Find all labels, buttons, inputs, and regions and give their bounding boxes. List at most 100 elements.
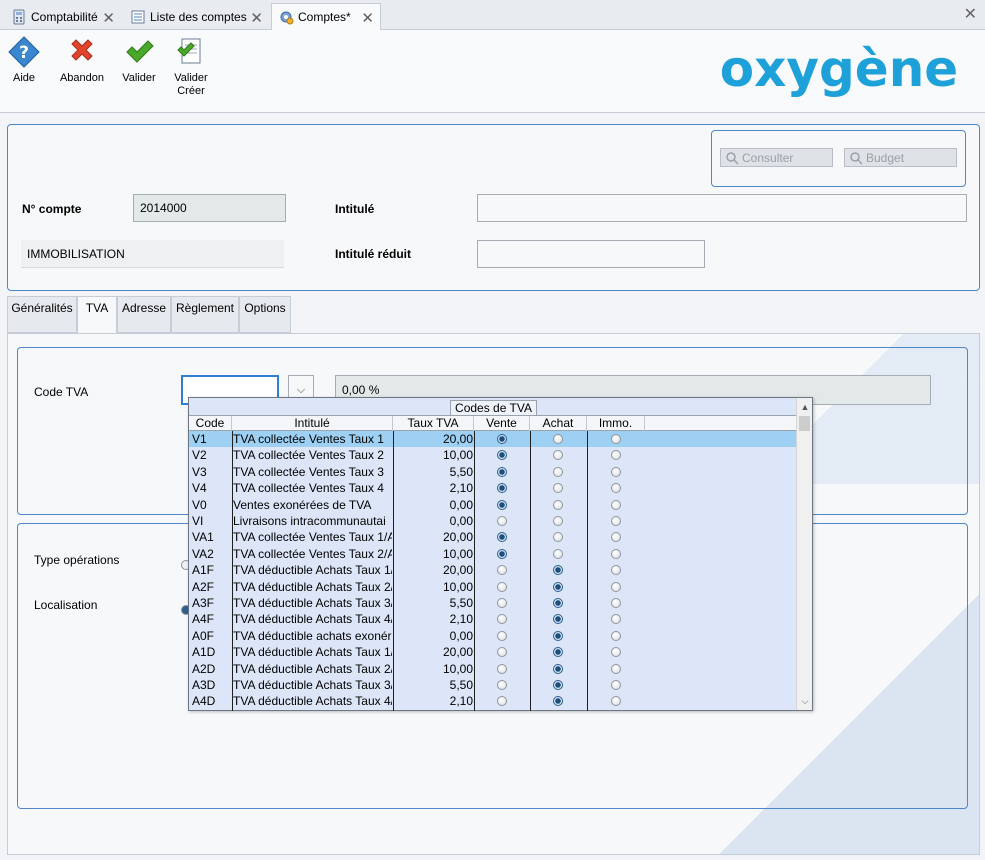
account-number-field[interactable]: 2014000: [133, 194, 286, 222]
achat-radio[interactable]: [553, 499, 563, 510]
intitule-reduit-field[interactable]: [477, 240, 705, 268]
consult-button[interactable]: Consulter: [720, 148, 833, 167]
vente-radio[interactable]: [497, 434, 507, 444]
vente-radio[interactable]: [497, 647, 507, 658]
vente-radio[interactable]: [497, 680, 507, 690]
tva-code-row[interactable]: A0F TVA déductible achats exonér 0,00: [189, 628, 796, 644]
achat-radio[interactable]: [553, 548, 563, 559]
doc-tab-liste-comptes[interactable]: Liste des comptes ✕: [123, 3, 270, 30]
achat-radio[interactable]: [553, 647, 563, 658]
vente-radio[interactable]: [497, 532, 507, 543]
close-tab-icon[interactable]: ✕: [102, 9, 115, 27]
achat-radio[interactable]: [553, 434, 563, 444]
tva-code-row[interactable]: V4 TVA collectée Ventes Taux 4 2,10: [189, 480, 796, 496]
scroll-up-icon[interactable]: ▲: [797, 400, 813, 414]
tva-code-row[interactable]: A3F TVA déductible Achats Taux 3/5,50: [189, 595, 796, 611]
achat-radio[interactable]: [553, 598, 563, 608]
immo-radio[interactable]: [611, 630, 621, 641]
column-header-intitule[interactable]: Intitulé: [232, 416, 393, 431]
vente-radio[interactable]: [497, 630, 507, 641]
achat-radio[interactable]: [553, 483, 563, 494]
close-tab-icon[interactable]: ✕: [250, 9, 263, 27]
tva-codes-dropdown[interactable]: Codes de TVA Code Intitulé Taux TVA Vent…: [188, 397, 813, 711]
column-header-vente[interactable]: Vente: [474, 416, 530, 431]
tva-code-row[interactable]: A3D TVA déductible Achats Taux 3/5,50: [189, 677, 796, 693]
validate-create-button[interactable]: Valider Créer: [171, 36, 211, 98]
tva-code-row[interactable]: A2D TVA déductible Achats Taux 2/10,00: [189, 661, 796, 677]
immo-radio[interactable]: [611, 565, 621, 576]
immo-radio[interactable]: [611, 581, 621, 592]
tab-generalites[interactable]: Généralités: [7, 296, 77, 333]
column-header-taux[interactable]: Taux TVA: [393, 416, 474, 431]
tab-reglement[interactable]: Règlement: [171, 296, 239, 333]
immo-radio[interactable]: [611, 647, 621, 658]
tva-code-row[interactable]: A1D TVA déductible Achats Taux 1/20,00: [189, 644, 796, 660]
immo-radio[interactable]: [611, 548, 621, 559]
immo-radio[interactable]: [611, 532, 621, 543]
immo-radio[interactable]: [611, 466, 621, 477]
vente-radio[interactable]: [497, 663, 507, 674]
achat-radio[interactable]: [553, 532, 563, 543]
tab-options[interactable]: Options: [239, 296, 291, 333]
achat-radio[interactable]: [553, 466, 563, 477]
doc-tab-comptes[interactable]: Comptes* ✕: [271, 3, 381, 30]
column-header-achat[interactable]: Achat: [530, 416, 587, 431]
immo-radio[interactable]: [611, 499, 621, 510]
vente-radio[interactable]: [497, 499, 507, 510]
immo-radio[interactable]: [611, 516, 621, 526]
immo-radio[interactable]: [611, 696, 621, 707]
tab-adresse[interactable]: Adresse: [117, 296, 171, 333]
achat-radio[interactable]: [553, 516, 563, 526]
vente-radio[interactable]: [497, 548, 507, 559]
vente-radio[interactable]: [497, 450, 507, 461]
immo-radio[interactable]: [611, 483, 621, 494]
tva-code-row[interactable]: V2 TVA collectée Ventes Taux 2 10,00: [189, 447, 796, 463]
validate-button[interactable]: Valider: [120, 36, 158, 85]
immo-radio[interactable]: [611, 450, 621, 461]
achat-radio[interactable]: [553, 680, 563, 690]
doc-tab-comptabilite[interactable]: Comptabilité ✕: [4, 3, 122, 30]
achat-radio[interactable]: [553, 630, 563, 641]
vente-radio[interactable]: [497, 581, 507, 592]
vente-radio[interactable]: [497, 598, 507, 608]
tva-code-row[interactable]: A2F TVA déductible Achats Taux 2/10,00: [189, 579, 796, 595]
close-tab-icon[interactable]: ✕: [361, 9, 374, 27]
vente-radio[interactable]: [497, 696, 507, 707]
vente-radio[interactable]: [497, 614, 507, 625]
achat-radio[interactable]: [553, 663, 563, 674]
vente-radio[interactable]: [497, 516, 507, 526]
immo-radio[interactable]: [611, 614, 621, 625]
tva-code-row[interactable]: VA1 TVA collectée Ventes Taux 1/A 20,00: [189, 529, 796, 545]
dropdown-scrollbar[interactable]: ▲ ⌵: [796, 398, 812, 710]
close-window-icon[interactable]: ✕: [964, 4, 977, 24]
achat-radio[interactable]: [553, 581, 563, 592]
vente-radio[interactable]: [497, 565, 507, 576]
immo-radio[interactable]: [611, 663, 621, 674]
column-header-code[interactable]: Code: [189, 416, 232, 431]
immo-radio[interactable]: [611, 680, 621, 690]
vente-radio[interactable]: [497, 483, 507, 494]
tva-code-row[interactable]: VI Livraisons intracommunautai 0,00: [189, 513, 796, 529]
achat-radio[interactable]: [553, 696, 563, 707]
tab-tva[interactable]: TVA: [77, 296, 117, 334]
budget-button[interactable]: Budget: [844, 148, 957, 167]
help-button[interactable]: ? Aide: [8, 36, 40, 85]
tva-code-row[interactable]: V0 Ventes exonérées de TVA 0,00: [189, 497, 796, 513]
intitule-field[interactable]: [477, 194, 967, 222]
tva-code-row[interactable]: A4D TVA déductible Achats Taux 4/2,10: [189, 693, 796, 709]
achat-radio[interactable]: [553, 565, 563, 576]
achat-radio[interactable]: [553, 450, 563, 461]
vente-radio[interactable]: [497, 466, 507, 477]
tva-code-row[interactable]: A4F TVA déductible Achats Taux 4/2,10: [189, 611, 796, 627]
column-header-immo[interactable]: Immo.: [587, 416, 645, 431]
immo-radio[interactable]: [611, 598, 621, 608]
tva-code-row[interactable]: VA2 TVA collectée Ventes Taux 2/A 10,00: [189, 546, 796, 562]
abandon-button[interactable]: Abandon: [58, 36, 106, 85]
tva-code-row[interactable]: V3 TVA collectée Ventes Taux 3 5,50: [189, 464, 796, 480]
scroll-down-icon[interactable]: ⌵: [797, 694, 813, 708]
achat-radio[interactable]: [553, 614, 563, 625]
tva-code-row[interactable]: V1 TVA collectée Ventes Taux 1 20,00: [189, 431, 796, 448]
scroll-thumb[interactable]: [799, 416, 810, 431]
immo-radio[interactable]: [611, 434, 621, 444]
tva-code-row[interactable]: A1F TVA déductible Achats Taux 1/20,00: [189, 562, 796, 578]
